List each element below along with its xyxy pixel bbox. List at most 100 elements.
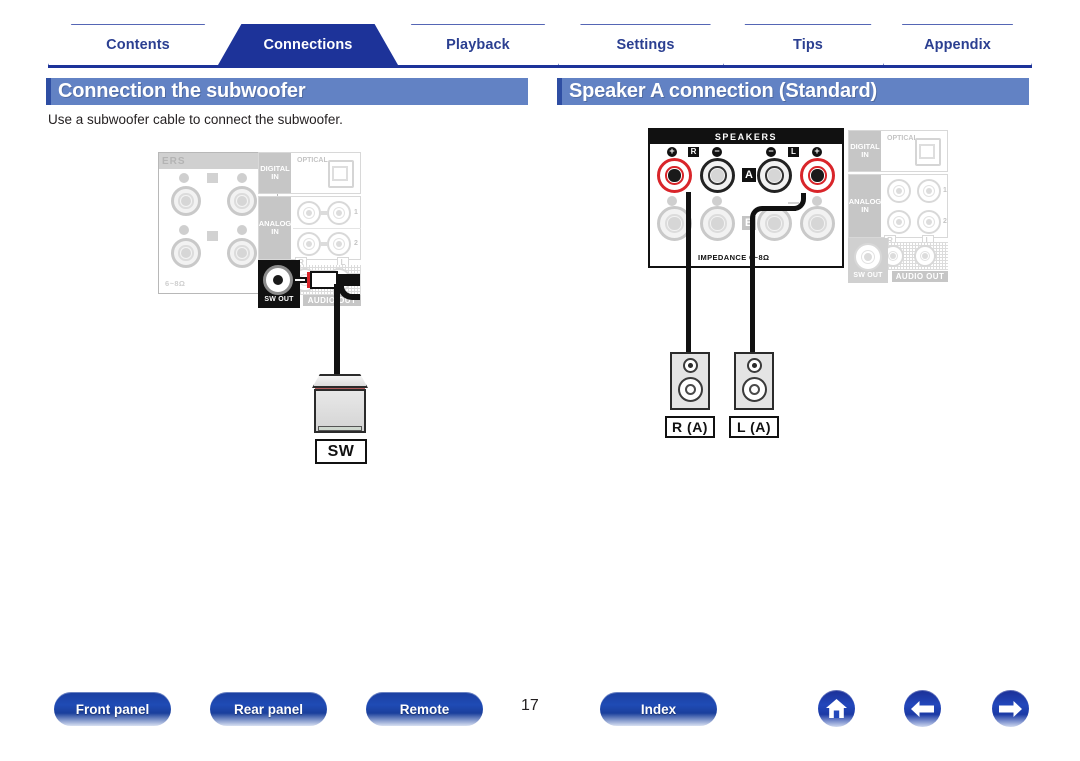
left-analog-rca-2a [297,232,321,256]
tab-connections[interactable]: Connections [218,24,398,65]
terminal-a-l-minus [757,158,792,193]
left-terminal-2 [227,186,257,216]
minus-sign-icon-r: − [712,147,722,157]
rca-plug-tip [293,277,307,283]
subwoofer-cable-vertical [334,284,340,376]
right-audioout-rca-l [914,245,936,267]
subwoofer-port [318,426,362,431]
manual-page: Contents Connections Playback Settings T… [0,0,1080,761]
speakers-header: SPEAKERS [650,130,842,144]
section-title-right-text: Speaker A connection (Standard) [569,80,877,102]
right-analog-rca-2b [917,210,941,234]
right-speaker-terminal-block: SPEAKERS + R − − L + A + − + B IMPEDANCE… [648,128,844,268]
top-tab-bar: Contents Connections Playback Settings T… [48,24,1032,68]
speaker-r-woofer [678,377,703,402]
right-digital-in-block: DIGITAL IN OPTICAL [848,130,948,172]
left-analog-in-label: ANALOG IN [259,197,291,259]
tab-tips[interactable]: Tips [723,24,893,65]
right-analog-in-label: ANALOG IN [849,175,881,237]
left-terminal-chip-l1: L [207,173,218,183]
speaker-cable-r [686,196,691,356]
section-title-left: Connection the subwoofer [46,78,528,105]
left-speakers-label: ERS [162,156,186,167]
left-optical-label: OPTICAL [297,157,328,164]
left-analog-in-block: ANALOG IN 1 2 [258,196,361,260]
speaker-cable-l-vertical [750,218,755,356]
right-sw-out-label: SW OUT [853,272,883,279]
right-analog-rca-2a [887,210,911,234]
right-optical-label: OPTICAL [887,135,918,142]
speaker-a-connection-diagram: SPEAKERS + R − − L + A + − + B IMPEDANCE… [648,128,998,308]
tab-label: Connections [263,37,353,53]
tab-appendix[interactable]: Appendix [883,24,1032,65]
section-title-left-text: Connection the subwoofer [58,80,306,102]
tab-label: Contents [106,37,170,53]
left-terminal-chip-l2: L [207,231,218,241]
page-number: 17 [521,697,539,714]
back-arrow-icon [911,700,934,717]
left-digital-in-block: DIGITAL IN OPTICAL [258,152,361,194]
left-impedance-label: 6~8Ω [165,279,186,288]
right-analog-channel-1: 1 [943,187,947,194]
row-a-label: A [742,168,756,182]
front-panel-button[interactable]: Front panel [54,692,171,726]
remote-button[interactable]: Remote [366,692,483,726]
speaker-l [734,352,774,410]
speaker-l-woofer [742,377,767,402]
minus-sign-icon-b-r: − [712,196,722,206]
subwoofer-unit: SW [310,374,370,464]
left-analog-rca-2b [327,232,351,256]
index-button[interactable]: Index [600,692,717,726]
speaker-cable-r-stub [686,192,691,202]
plus-sign-icon-b-l: + [812,196,822,206]
left-terminal-1 [171,186,201,216]
left-terminal-4 [227,238,257,268]
forward-arrow-icon [999,700,1022,717]
impedance-label: IMPEDANCE 6~8Ω [698,253,770,262]
terminal-b-l-plus [800,206,835,241]
speaker-r [670,352,710,410]
plus-sign-icon-l: + [812,147,822,157]
tab-contents[interactable]: Contents [48,24,228,65]
section-title-right: Speaker A connection (Standard) [557,78,1029,105]
tab-label: Playback [446,37,510,53]
tab-label: Settings [616,37,675,53]
speaker-l-tweeter [747,358,762,373]
speaker-r-tweeter [683,358,698,373]
minus-sign-icon-2: − [179,225,189,235]
minus-sign-icon-1: − [179,173,189,183]
right-analog-in-block: ANALOG IN 1 2 [848,174,948,238]
plus-sign-icon-r: + [667,147,677,157]
right-optical-port-inner [919,144,935,159]
minus-sign-icon-l: − [766,147,776,157]
terminal-a-r-plus [657,158,692,193]
right-analog-rca-1b [917,179,941,203]
left-terminal-3 [171,238,201,268]
right-sw-out-jack [854,243,882,271]
rear-panel-button[interactable]: Rear panel [210,692,327,726]
left-analog-channel-1: 1 [354,209,358,216]
plus-sign-icon-b-r: + [667,196,677,206]
tab-playback[interactable]: Playback [388,24,568,65]
terminal-a-l-plus [800,158,835,193]
left-optical-port-inner [332,166,348,181]
plus-sign-icon-1: + [237,173,247,183]
plus-sign-icon-2: + [237,225,247,235]
left-digital-in-label: DIGITAL IN [259,153,291,193]
speaker-r-label: R (A) [665,416,715,438]
tab-label: Appendix [924,37,991,53]
home-icon [826,699,847,718]
left-analog-channel-2: 2 [354,240,358,247]
right-analog-rca-1a [887,179,911,203]
home-button[interactable] [818,690,855,727]
left-body-text: Use a subwoofer cable to connect the sub… [48,112,343,127]
channel-chip-l: L [788,147,799,157]
tab-settings[interactable]: Settings [558,24,733,65]
right-digital-in-label: DIGITAL IN [849,131,881,171]
back-button[interactable] [904,690,941,727]
channel-chip-r: R [688,147,699,157]
forward-button[interactable] [992,690,1029,727]
subwoofer-top [312,374,368,388]
terminal-a-r-minus [700,158,735,193]
left-analog-rca-1a [297,201,321,225]
